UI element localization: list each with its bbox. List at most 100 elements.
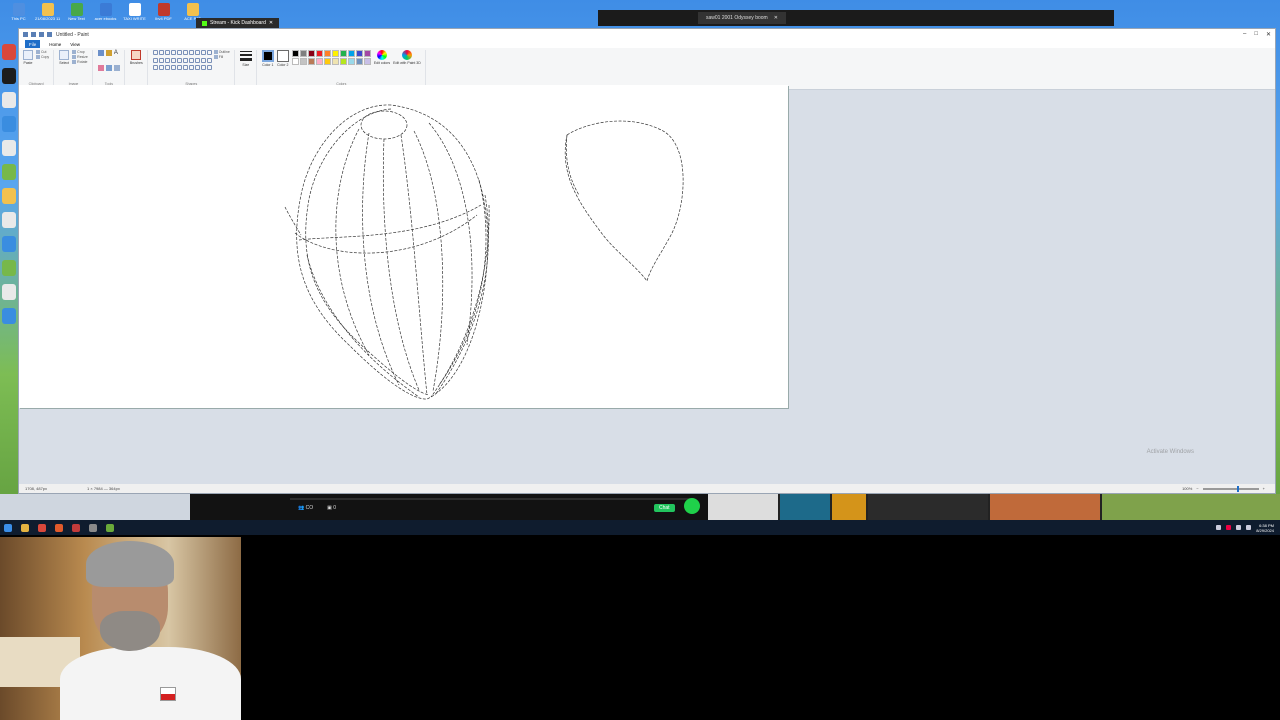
zoom-slider[interactable] xyxy=(1202,485,1259,492)
volume-icon[interactable] xyxy=(1246,525,1252,530)
paste-button[interactable]: Paste xyxy=(23,50,33,65)
minimize-button[interactable]: – xyxy=(1243,31,1246,38)
tab-file[interactable]: File xyxy=(25,40,41,48)
desktop-icon[interactable] xyxy=(2,188,16,204)
followers-indicator[interactable]: ▣ 0 xyxy=(327,505,336,511)
palette-swatch[interactable] xyxy=(291,58,299,65)
color1-button[interactable]: Color 1 xyxy=(261,50,274,67)
palette-swatch[interactable] xyxy=(339,50,347,57)
redo-icon[interactable] xyxy=(47,32,52,37)
palette-swatch[interactable] xyxy=(299,50,307,57)
palette-swatch[interactable] xyxy=(355,50,363,57)
app-icon[interactable] xyxy=(72,523,80,532)
app-icon[interactable] xyxy=(55,523,63,532)
thumbnail[interactable] xyxy=(708,494,778,520)
brushes-button[interactable]: Brushes xyxy=(130,50,143,65)
desktop-icon[interactable]: This PC xyxy=(6,3,31,27)
thumbnail[interactable] xyxy=(990,494,1100,520)
desktop-icon[interactable] xyxy=(2,260,16,276)
edit-with-paint3d-button[interactable]: Edit with Paint 3D xyxy=(393,50,421,65)
magnifier-icon[interactable] xyxy=(113,65,120,71)
cut-button[interactable]: Cut xyxy=(36,50,49,54)
palette-swatch[interactable] xyxy=(315,58,323,65)
drawing-canvas[interactable] xyxy=(19,85,788,408)
desktop-icon[interactable]: TAXI WRITE xyxy=(122,3,147,27)
save-icon[interactable] xyxy=(31,32,36,37)
close-icon[interactable]: ✕ xyxy=(774,15,778,21)
viewers-indicator[interactable]: 👥 CO xyxy=(298,505,313,511)
browser-icon[interactable] xyxy=(38,523,46,532)
palette-swatch[interactable] xyxy=(307,58,315,65)
zoom-out-button[interactable]: − xyxy=(1196,486,1198,491)
desktop-icon[interactable] xyxy=(2,116,16,132)
palette-swatch[interactable] xyxy=(355,58,363,65)
desktop-icon[interactable] xyxy=(2,164,16,180)
fill-button[interactable]: Fill xyxy=(214,55,230,59)
zoom-in-button[interactable]: + xyxy=(1263,486,1265,491)
app-icon[interactable] xyxy=(106,523,114,532)
fill-icon[interactable] xyxy=(105,50,112,56)
desktop-icon[interactable] xyxy=(2,212,16,228)
select-button[interactable]: Select xyxy=(59,50,70,65)
desktop-icon[interactable] xyxy=(2,92,16,108)
size-button[interactable]: Size xyxy=(239,50,252,67)
kick-logo-icon[interactable] xyxy=(684,498,700,514)
desktop-icon[interactable] xyxy=(2,308,16,324)
undo-icon[interactable] xyxy=(39,32,44,37)
thumbnail[interactable] xyxy=(868,494,988,520)
tray-icon[interactable] xyxy=(1216,525,1222,530)
palette-swatch[interactable] xyxy=(291,50,299,57)
desktop-icon[interactable] xyxy=(2,44,16,60)
eraser-icon[interactable] xyxy=(97,65,104,71)
thumbnail[interactable] xyxy=(780,494,830,520)
shapes-gallery[interactable] xyxy=(152,50,212,72)
tab-home[interactable]: Home xyxy=(49,42,61,47)
palette-swatch[interactable] xyxy=(339,58,347,65)
palette-swatch[interactable] xyxy=(363,58,371,65)
file-explorer-icon[interactable] xyxy=(21,523,29,532)
copy-button[interactable]: Copy xyxy=(36,55,49,59)
network-icon[interactable] xyxy=(1236,525,1242,530)
palette-swatch[interactable] xyxy=(331,50,339,57)
palette-swatch[interactable] xyxy=(315,50,323,57)
palette-swatch[interactable] xyxy=(323,50,331,57)
desktop-icon[interactable]: acer ebooks xyxy=(93,3,118,27)
color2-button[interactable]: Color 2 xyxy=(276,50,289,67)
chat-button[interactable]: Chat xyxy=(654,504,675,512)
browser-tab[interactable]: Stream - Kick Dashboard ✕ xyxy=(196,18,280,28)
maximize-button[interactable]: □ xyxy=(1254,31,1258,38)
close-button[interactable]: ✕ xyxy=(1266,31,1271,38)
taskbar-clock[interactable]: 6:38 PM 8/29/2024 xyxy=(1256,523,1274,533)
media-window-tab[interactable]: saw01 2001 Odyssey boom ✕ xyxy=(698,12,786,24)
outline-button[interactable]: Outline xyxy=(214,50,230,54)
tab-view[interactable]: View xyxy=(70,42,80,47)
app-icon[interactable] xyxy=(89,523,97,532)
palette-swatch[interactable] xyxy=(299,58,307,65)
desktop-icon[interactable] xyxy=(2,284,16,300)
color-picker-icon[interactable] xyxy=(105,65,112,71)
desktop-icon[interactable] xyxy=(2,68,16,84)
palette-swatch[interactable] xyxy=(307,50,315,57)
desktop-icon[interactable] xyxy=(2,140,16,156)
pencil-icon[interactable] xyxy=(97,50,104,56)
palette-swatch[interactable] xyxy=(323,58,331,65)
palette-swatch[interactable] xyxy=(363,50,371,57)
rotate-button[interactable]: Rotate xyxy=(72,60,88,64)
desktop-icon[interactable]: New Text xyxy=(64,3,89,27)
close-icon[interactable]: ✕ xyxy=(269,20,273,26)
thumbnail[interactable] xyxy=(1102,494,1280,520)
tray-icon[interactable] xyxy=(1226,525,1232,530)
crop-button[interactable]: Crop xyxy=(72,50,88,54)
resize-button[interactable]: Resize xyxy=(72,55,88,59)
desktop-icon[interactable] xyxy=(2,236,16,252)
text-icon[interactable]: A xyxy=(114,50,120,56)
palette-swatch[interactable] xyxy=(347,50,355,57)
media-window-titlebar: saw01 2001 Odyssey boom ✕ xyxy=(598,10,1114,26)
start-button[interactable] xyxy=(4,523,12,532)
desktop-icon[interactable]: 21/08/2023 11 xyxy=(35,3,60,27)
palette-swatch[interactable] xyxy=(331,58,339,65)
desktop-icon[interactable]: Ibv4 PDF xyxy=(151,3,176,27)
edit-colors-button[interactable]: Edit colors xyxy=(374,50,390,65)
palette-swatch[interactable] xyxy=(347,58,355,65)
thumbnail[interactable] xyxy=(832,494,866,520)
